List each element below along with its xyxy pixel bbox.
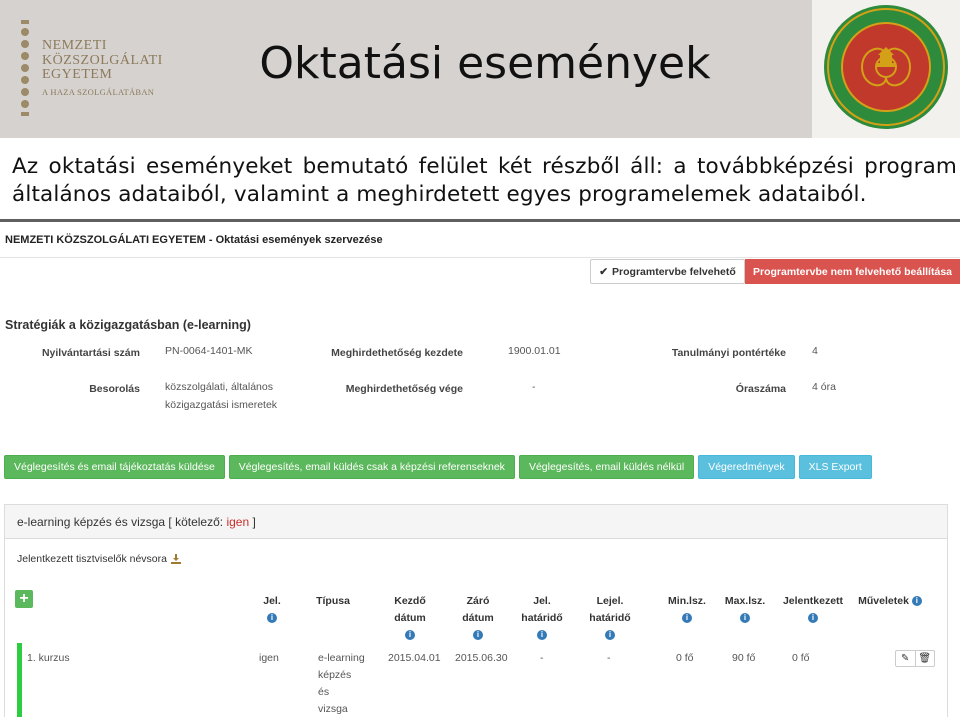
not-in-program-button[interactable]: Programtervbe nem felvehető beállítása: [745, 259, 960, 284]
university-seal-icon: [824, 5, 948, 129]
col-min: Min.lsz. i: [661, 593, 713, 627]
col-max-label: Max.lsz.: [724, 595, 766, 607]
panel-title-prefix: e-learning képzés és vizsga [ kötelező:: [17, 515, 227, 529]
info-icon: i: [537, 630, 547, 641]
col-ops: Műveletek i: [855, 593, 925, 610]
hours-value: 4 óra: [812, 381, 836, 393]
row-type-l4: vizsga: [318, 703, 348, 715]
info-icon: i: [740, 613, 750, 624]
mandatory-value: igen: [226, 515, 250, 529]
row-jel-deadline: -: [540, 652, 544, 664]
program-name: Stratégiák a közigazgatásban (e-learning…: [5, 318, 251, 332]
row-name: 1. kurzus: [27, 652, 70, 664]
logo-line-3: EGYETEM: [42, 67, 113, 83]
col-min-label: Min.lsz.: [668, 595, 706, 607]
add-button[interactable]: +: [15, 590, 33, 608]
app-screenshot: NEMZETI KÖZSZOLGÁLATI EGYETEM - Oktatási…: [0, 222, 960, 717]
action-bar: Véglegesítés és email tájékoztatás küldé…: [4, 455, 872, 479]
hours-label: Óraszáma: [735, 383, 786, 395]
col-end-l1: Záró: [466, 595, 490, 607]
edit-icon[interactable]: ✎: [896, 651, 915, 666]
col-end: Záró dátum i: [453, 593, 503, 644]
finalize-email-all-button[interactable]: Véglegesítés és email tájékoztatás küldé…: [4, 455, 225, 479]
reg-no-label: Nyilvántartási szám: [41, 347, 140, 359]
info-icon: i: [808, 613, 818, 624]
logo-line-2: KÖZSZOLGÁLATI: [42, 52, 163, 68]
finalize-email-referents-button[interactable]: Véglegesítés, email küldés csak a képzés…: [228, 455, 515, 479]
col-type: Típusa: [316, 595, 350, 607]
col-start: Kezdő dátum i: [385, 593, 435, 644]
col-registered-label: Jelentkezett: [782, 595, 844, 607]
class-label: Besorolás: [89, 383, 140, 395]
row-type-l3: és: [318, 686, 330, 698]
app-topbar: NEMZETI KÖZSZOLGÁLATI EGYETEM - Oktatási…: [0, 222, 960, 258]
pillar-icon: [21, 20, 29, 116]
row-max: 90 fő: [732, 652, 756, 664]
class-value-2: közigazgatási ismeretek: [165, 399, 278, 411]
plus-icon: +: [19, 590, 29, 607]
download-icon: [170, 554, 181, 564]
row-type-l1: e-learning: [318, 652, 365, 664]
panel-title-suffix: ]: [249, 515, 256, 529]
info-icon: i: [473, 630, 483, 641]
row-jel: igen: [259, 652, 279, 664]
class-value-1: közszolgálati, általános: [165, 381, 273, 393]
row-unreg-deadline: -: [607, 652, 611, 664]
col-start-l1: Kezdő: [394, 595, 426, 607]
in-program-button[interactable]: ✔ Programtervbe felvehető: [590, 259, 745, 284]
credits-label: Tanulmányi pontértéke: [671, 347, 786, 359]
logo-line-4: A HAZA SZOLGÁLATÁBAN: [42, 87, 155, 98]
panel-title: e-learning képzés és vizsga [ kötelező: …: [5, 505, 947, 539]
row-start: 2015.04.01: [388, 652, 441, 664]
slide-title: Oktatási események: [259, 38, 711, 89]
row-type-l2: képzés: [318, 669, 352, 681]
course-panel: e-learning képzés és vizsga [ kötelező: …: [4, 504, 948, 717]
check-icon: ✔: [599, 265, 609, 278]
col-max: Max.lsz. i: [719, 593, 771, 627]
info-icon: i: [911, 596, 922, 607]
row-status-bar: [17, 643, 22, 717]
col-jel-deadline-l2: határidő: [521, 612, 563, 624]
logo-line-1: NEMZETI: [42, 38, 107, 53]
start-label: Meghirdethetőség kezdete: [331, 347, 463, 359]
slide-header: NEMZETI KÖZSZOLGÁLATI EGYETEM A HAZA SZO…: [0, 0, 960, 138]
info-icon: i: [267, 613, 277, 624]
app-title: NEMZETI KÖZSZOLGÁLATI EGYETEM - Oktatási…: [5, 234, 383, 246]
credits-value: 4: [812, 345, 818, 357]
registered-list-label: Jelentkezett tisztviselők névsora: [17, 553, 167, 565]
in-program-label: Programtervbe felvehető: [612, 265, 736, 278]
col-ops-label: Műveletek: [858, 595, 909, 607]
col-unreg-deadline: Lejel. határidő i: [585, 593, 635, 644]
row-min: 0 fő: [676, 652, 694, 664]
start-value: 1900.01.01: [508, 345, 561, 357]
info-icon: i: [682, 613, 692, 624]
results-button[interactable]: Végeredmények: [698, 455, 795, 479]
xls-export-button[interactable]: XLS Export: [798, 455, 872, 479]
col-unreg-l1: Lejel.: [596, 595, 624, 607]
info-icon: i: [605, 630, 615, 641]
university-logo: NEMZETI KÖZSZOLGÁLATI EGYETEM A HAZA SZO…: [18, 18, 178, 118]
row-registered: 0 fő: [792, 652, 810, 664]
col-registered: Jelentkezett i: [777, 593, 849, 627]
reg-no-value: PN-0064-1401-MK: [165, 345, 253, 357]
col-jel-label: Jel.: [263, 595, 281, 607]
intro-text: Az oktatási eseményeket bemutató felület…: [12, 154, 957, 207]
col-jel-deadline: Jel. határidő i: [517, 593, 567, 644]
row-type: e-learning képzés és vizsga: [318, 650, 365, 717]
finalize-no-email-button[interactable]: Véglegesítés, email küldés nélkül: [518, 455, 695, 479]
row-actions: ✎ 🗑: [895, 650, 935, 667]
end-value: -: [532, 381, 536, 393]
col-end-l2: dátum: [462, 612, 494, 624]
delete-icon[interactable]: 🗑: [914, 651, 935, 666]
info-icon: i: [405, 630, 415, 641]
seal-container: [812, 0, 960, 138]
end-label: Meghirdethetőség vége: [345, 383, 463, 395]
col-jel-deadline-l1: Jel.: [533, 595, 551, 607]
col-unreg-l2: határidő: [589, 612, 631, 624]
row-end: 2015.06.30: [455, 652, 508, 664]
col-jel: Jel. i: [257, 593, 287, 627]
registered-list-link[interactable]: Jelentkezett tisztviselők névsora: [17, 553, 181, 565]
col-start-l2: dátum: [394, 612, 426, 624]
